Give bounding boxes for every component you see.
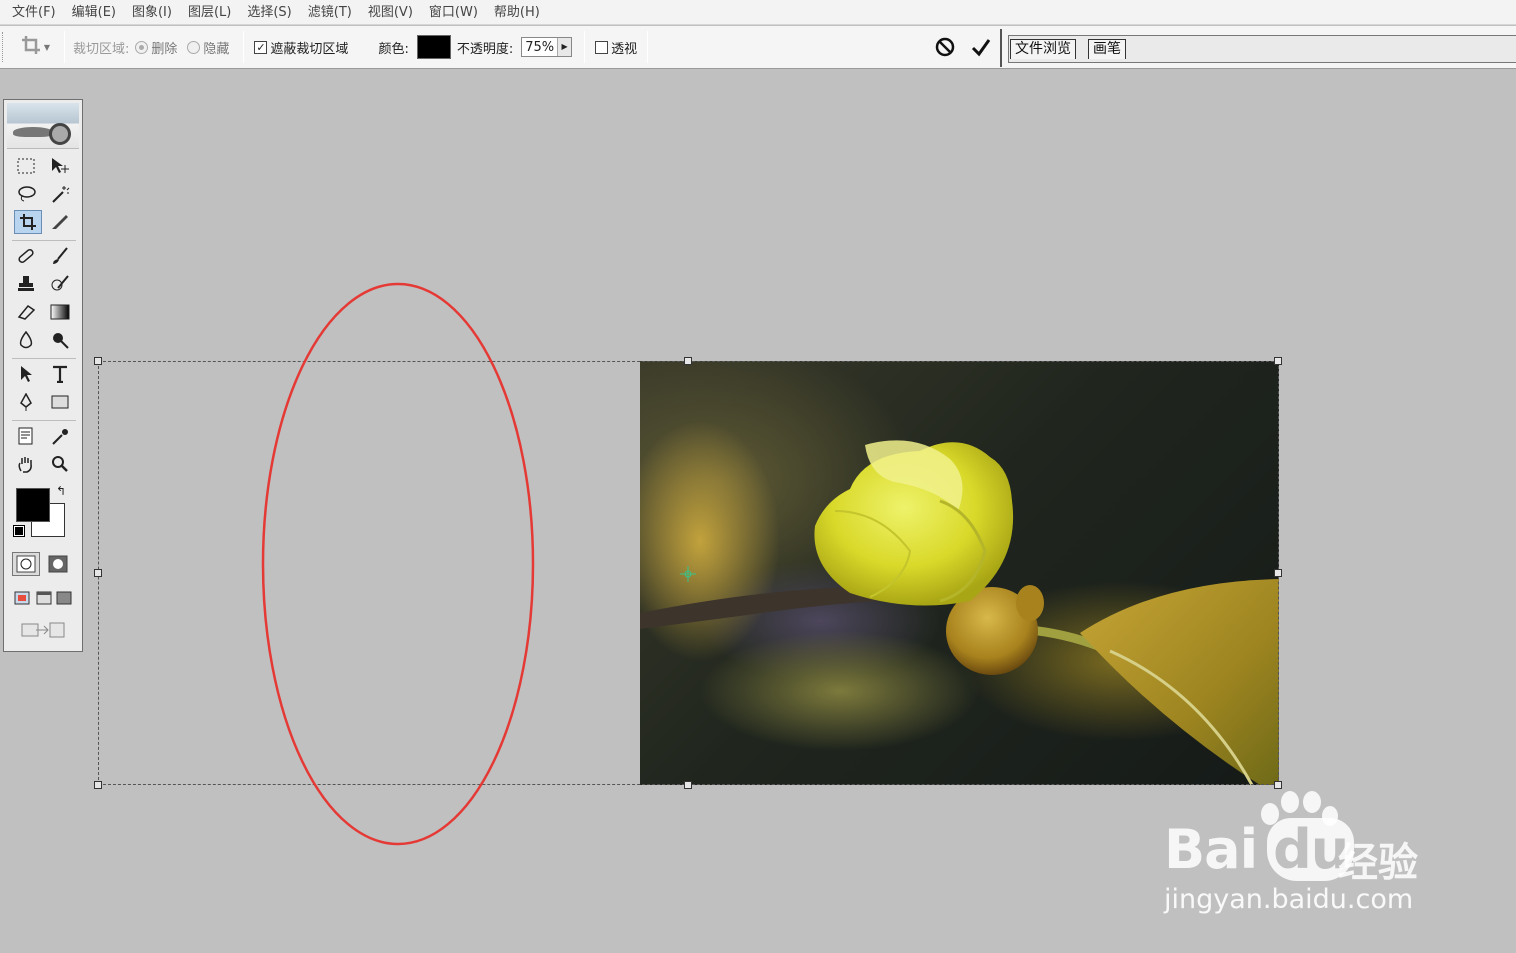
eyedropper-tool-icon[interactable] [46, 424, 74, 448]
baidu-jingyan-watermark: Bai du 经验 jingyan.baidu.com [1160, 790, 1450, 930]
menu-edit[interactable]: 编辑(E) [64, 0, 124, 25]
shield-label: 遮蔽裁切区域 [270, 41, 349, 57]
feather-logo-icon [13, 127, 53, 137]
opacity-value[interactable]: 75% [522, 40, 557, 55]
tab-file-browser[interactable]: 文件浏览 [1010, 39, 1076, 59]
crop-tool-icon[interactable] [14, 210, 42, 234]
watermark-logo: Bai du [1164, 818, 1355, 881]
hide-radio[interactable]: 隐藏 [187, 38, 229, 57]
dodge-tool-icon[interactable] [46, 328, 74, 352]
type-tool-icon[interactable] [46, 362, 74, 386]
quick-mask-mode-icon[interactable] [44, 552, 72, 576]
shield-checkbox[interactable]: ✓ 遮蔽裁切区域 [254, 38, 348, 57]
checkbox-box[interactable]: ✓ [254, 40, 268, 54]
full-screen-mode-icon[interactable] [50, 586, 78, 610]
brush-tool-icon[interactable] [46, 244, 74, 268]
watermark-url: jingyan.baidu.com [1164, 884, 1414, 915]
separator [647, 31, 649, 63]
commit-checkmark-icon[interactable] [968, 34, 994, 60]
crop-handle-middle-right[interactable] [1274, 569, 1282, 577]
separator [243, 31, 245, 63]
jump-to-imageready-icon[interactable] [18, 618, 68, 642]
menu-filter[interactable]: 滤镜(T) [300, 0, 360, 25]
default-colors-icon[interactable] [13, 525, 25, 537]
menu-window[interactable]: 窗口(W) [421, 0, 486, 25]
perspective-label: 透视 [611, 41, 638, 57]
annotation-ellipse [261, 282, 535, 846]
options-bar: ▼ 裁切区域: 删除 隐藏 ✓ 遮蔽裁切区域 颜色: 不透明度: 75% ▶ 透… [0, 26, 1516, 69]
menu-image[interactable]: 图象(I) [124, 0, 180, 25]
delete-radio[interactable]: 删除 [135, 38, 177, 57]
crop-center-point-icon[interactable] [680, 566, 696, 582]
toolbox: ↰ [3, 99, 83, 652]
magic-wand-tool-icon[interactable] [46, 182, 74, 206]
tab-brushes[interactable]: 画笔 [1088, 39, 1126, 59]
rectangle-tool-icon[interactable] [46, 390, 74, 414]
radio-dot[interactable] [187, 40, 201, 54]
crop-area-label: 裁切区域: [73, 41, 130, 57]
opacity-field[interactable]: 75% ▶ [521, 37, 573, 57]
crop-handle-middle-left[interactable] [94, 569, 102, 577]
healing-brush-tool-icon[interactable] [12, 244, 40, 268]
slice-tool-icon[interactable] [46, 210, 74, 234]
eraser-tool-icon[interactable] [12, 300, 40, 324]
blur-tool-icon[interactable] [12, 328, 40, 352]
opacity-label: 不透明度: [456, 41, 514, 57]
palette-well: 文件浏览 画笔 [1000, 29, 1516, 67]
history-brush-tool-icon[interactable] [46, 272, 74, 296]
cancel-icon[interactable] [932, 34, 958, 60]
crop-handle-bottom-left[interactable] [94, 781, 102, 789]
menu-view[interactable]: 视图(V) [360, 0, 421, 25]
checkbox-box[interactable] [595, 40, 609, 54]
separator [64, 31, 65, 63]
color-label: 颜色: [378, 41, 409, 57]
pen-tool-icon[interactable] [12, 390, 40, 414]
hand-tool-icon[interactable] [12, 452, 40, 476]
chevron-down-icon: ▼ [43, 42, 51, 52]
path-selection-tool-icon[interactable] [12, 362, 40, 386]
toolbox-divider [12, 240, 76, 241]
standard-mode-icon[interactable] [12, 552, 40, 576]
crop-handle-bottom-center[interactable] [684, 781, 692, 789]
zoom-tool-icon[interactable] [46, 452, 74, 476]
clone-stamp-tool-icon[interactable] [12, 272, 40, 296]
menu-select[interactable]: 选择(S) [239, 0, 299, 25]
menu-help[interactable]: 帮助(H) [486, 0, 548, 25]
toolbox-divider [12, 358, 76, 359]
separator [584, 31, 586, 63]
lasso-tool-icon[interactable] [12, 182, 40, 206]
notes-tool-icon[interactable] [12, 424, 40, 448]
rectangular-marquee-tool-icon[interactable] [12, 154, 40, 178]
play-arrow-icon[interactable]: ▶ [557, 38, 572, 56]
hide-label: 隐藏 [203, 41, 230, 57]
foreground-color-swatch[interactable] [16, 488, 50, 522]
perspective-checkbox[interactable]: 透视 [595, 38, 637, 57]
crop-icon [20, 34, 42, 61]
gradient-tool-icon[interactable] [46, 300, 74, 324]
tool-preset-picker[interactable]: ▼ [10, 32, 60, 62]
menu-layer[interactable]: 图层(L) [180, 0, 239, 25]
crop-handle-bottom-right[interactable] [1274, 781, 1282, 789]
menu-bar: 文件(F) 编辑(E) 图象(I) 图层(L) 选择(S) 滤镜(T) 视图(V… [0, 0, 1516, 25]
shield-color-swatch[interactable] [416, 35, 451, 59]
toolbox-header-logo[interactable] [7, 103, 79, 149]
move-tool-icon[interactable] [46, 154, 74, 178]
eye-logo-icon [49, 123, 71, 145]
crop-handle-top-left[interactable] [94, 357, 102, 365]
delete-label: 删除 [151, 41, 178, 57]
options-bar-grip[interactable] [2, 32, 10, 62]
palette-well-inner [1008, 35, 1516, 63]
radio-dot[interactable] [135, 40, 149, 54]
swap-colors-icon[interactable]: ↰ [56, 484, 66, 498]
menu-file[interactable]: 文件(F) [4, 0, 64, 25]
crop-handle-top-center[interactable] [684, 357, 692, 365]
crop-handle-top-right[interactable] [1274, 357, 1282, 365]
toolbox-divider [12, 420, 76, 421]
watermark-jingyan-text: 经验 [1338, 840, 1418, 886]
